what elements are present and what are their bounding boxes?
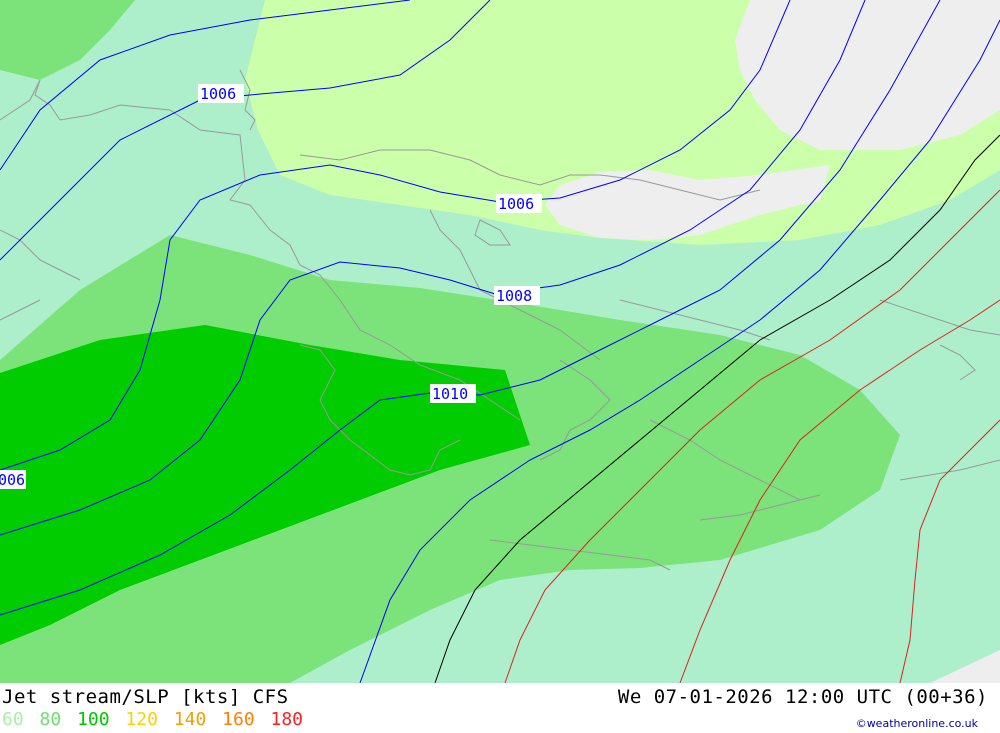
- legend-value: 100: [77, 709, 110, 730]
- isobar-label-text: 1006: [200, 85, 236, 103]
- legend-value: 120: [125, 709, 158, 730]
- legend-value: 80: [39, 709, 62, 730]
- isobar-label-1008: 1008: [494, 286, 540, 305]
- legend-value: 160: [222, 709, 255, 730]
- legend-value: 60: [2, 709, 24, 730]
- isobar-label-text: 1008: [496, 287, 532, 305]
- isobar-label-text: 006: [0, 471, 25, 489]
- credit-link[interactable]: ©weatheronline.co.uk: [856, 717, 978, 730]
- isobar-label-text: 1010: [432, 385, 468, 403]
- isobar-label-text: 1006: [498, 195, 534, 213]
- weather-map: 1006 1006 1008 1010 006: [0, 0, 1000, 683]
- speed-legend: 60 80 100 120 140 160 180: [2, 709, 308, 730]
- map-title: Jet stream/SLP [kts] CFS: [2, 686, 289, 708]
- map-footer: Jet stream/SLP [kts] CFS We 07-01-2026 1…: [0, 683, 1000, 733]
- legend-value: 140: [173, 709, 207, 730]
- legend-value: 180: [270, 709, 304, 730]
- isobar-label-1006-b: 1006: [496, 194, 542, 213]
- isobar-label-1010: 1010: [430, 384, 476, 403]
- map-datetime: We 07-01-2026 12:00 UTC (00+36): [617, 686, 988, 708]
- isobar-label-006: 006: [0, 470, 26, 489]
- isobar-label-1006-a: 1006: [198, 84, 244, 103]
